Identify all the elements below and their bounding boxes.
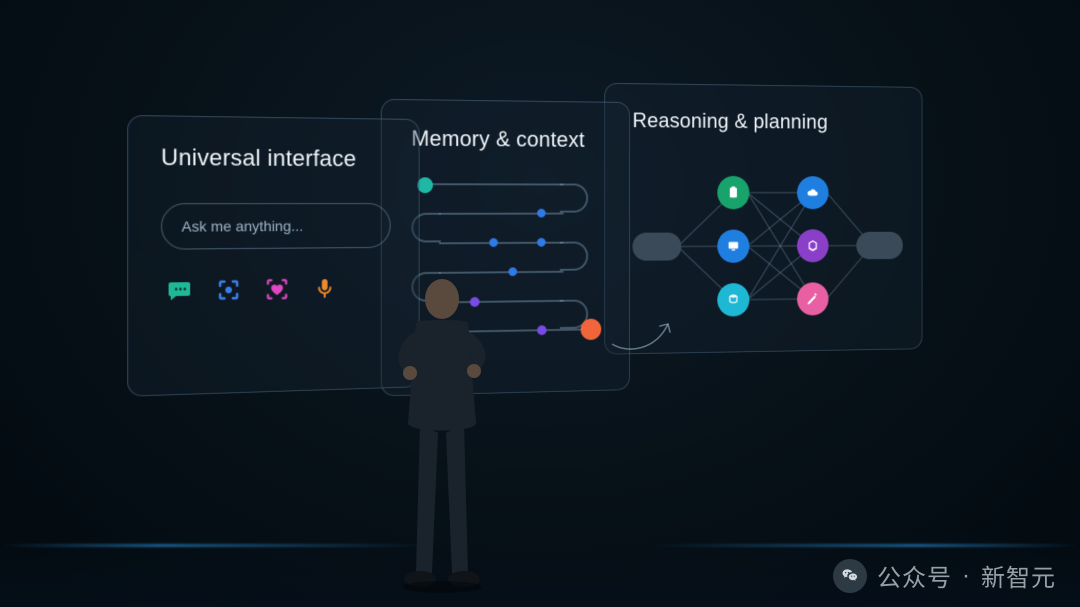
watermark-name: 新智元 xyxy=(981,558,1056,593)
memory-dot xyxy=(537,209,546,218)
output-pill xyxy=(856,232,903,260)
memory-dot xyxy=(508,267,517,276)
input-pill xyxy=(632,233,681,261)
node-monitor-icon xyxy=(717,230,749,263)
memory-dot xyxy=(537,325,547,335)
node-cloud-icon xyxy=(797,176,828,209)
heart-brackets-icon xyxy=(263,276,290,303)
watermark: 公众号 · 新智元 xyxy=(833,558,1056,593)
stage-edge-light xyxy=(0,544,1080,547)
watermark-label: 公众号 xyxy=(877,558,952,593)
node-cube-icon xyxy=(797,229,828,262)
ask-placeholder: Ask me anything... xyxy=(182,218,304,235)
reasoning-network-graphic xyxy=(632,153,897,340)
watermark-sep: · xyxy=(962,562,971,590)
microphone-icon xyxy=(311,275,338,302)
panel-reasoning-planning: Reasoning & planning xyxy=(604,83,922,355)
modality-icon-row xyxy=(161,274,389,304)
slide-panels-group: Universal interface Ask me anything... M… xyxy=(0,0,1080,500)
node-clipboard-icon xyxy=(717,176,749,209)
scan-frame-icon xyxy=(215,276,243,304)
ask-input-pill: Ask me anything... xyxy=(161,203,391,250)
memory-dot xyxy=(489,238,498,247)
panel2-title: Memory & context xyxy=(411,126,601,153)
chat-bubble-icon xyxy=(165,277,193,305)
panel1-title: Universal interface xyxy=(161,144,389,173)
wechat-icon xyxy=(833,559,867,593)
memory-dot xyxy=(581,319,602,341)
presenter-figure xyxy=(376,273,506,593)
panel3-title: Reasoning & planning xyxy=(632,108,896,134)
memory-dot xyxy=(537,238,546,247)
